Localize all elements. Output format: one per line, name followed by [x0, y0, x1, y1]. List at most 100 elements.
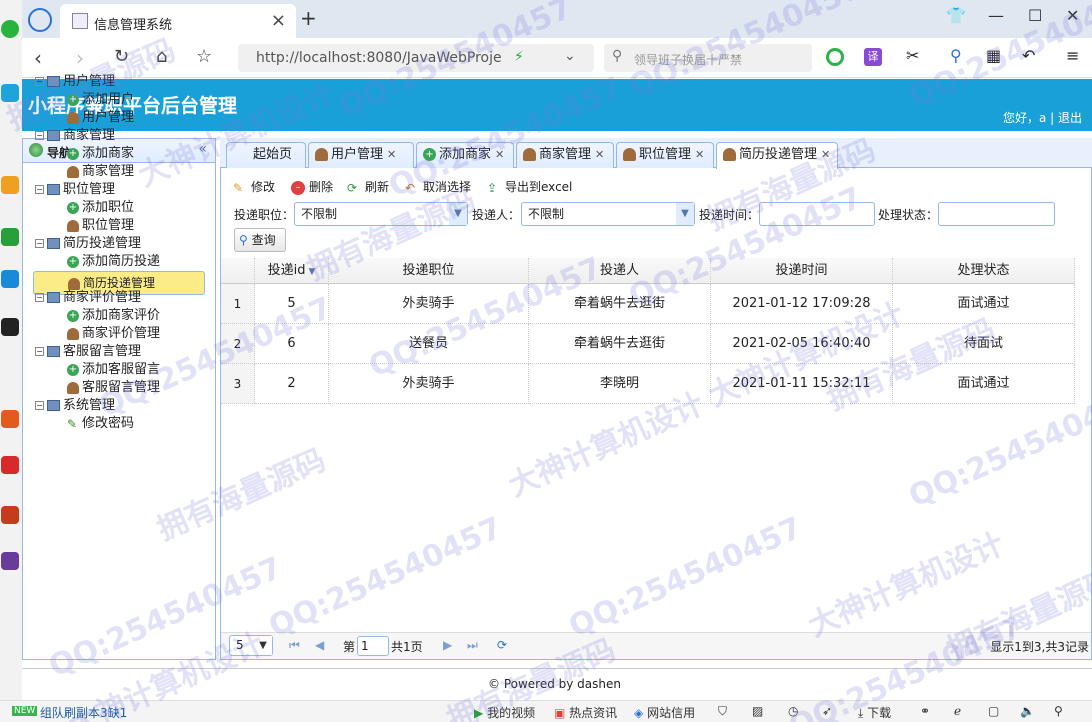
- nav-item[interactable]: + 添加简历投递: [67, 253, 160, 271]
- page-size-select[interactable]: 5 ▼: [229, 635, 273, 656]
- extension-icon[interactable]: [826, 48, 844, 66]
- nav-group[interactable]: − 商家管理: [35, 127, 115, 145]
- reload-grid-icon[interactable]: ⟳: [497, 638, 507, 652]
- grid-header-cell[interactable]: 投递id ▼: [255, 258, 329, 284]
- expand-toggle-icon[interactable]: −: [35, 401, 44, 410]
- url-input[interactable]: http://localhost:8080/JavaWebProje ⚡ ⌄: [238, 44, 594, 72]
- export-excel-button[interactable]: ⇪ 导出到excel: [487, 178, 572, 195]
- nav-item[interactable]: + 添加商家: [67, 145, 134, 163]
- tab-4[interactable]: 职位管理 ✕: [616, 142, 714, 168]
- nav-group[interactable]: − 职位管理: [35, 181, 115, 199]
- app-icon[interactable]: [1, 318, 19, 336]
- glasses-icon[interactable]: ⚭: [920, 704, 930, 718]
- rocket-icon[interactable]: ➶: [822, 704, 832, 718]
- apps-grid-icon[interactable]: ▦: [986, 46, 1001, 65]
- forward-icon[interactable]: ›: [76, 46, 84, 70]
- status-download[interactable]: ⤓ 下载: [858, 704, 891, 721]
- clock-icon[interactable]: ◷: [788, 704, 798, 718]
- tab-2[interactable]: + 添加商家 ✕: [416, 142, 514, 168]
- grid-header-cell[interactable]: 处理状态: [893, 258, 1075, 284]
- nav-item[interactable]: + 添加客服留言: [67, 361, 160, 379]
- app-icon[interactable]: [1, 456, 19, 474]
- home-icon[interactable]: ⌂: [156, 46, 167, 67]
- chevron-down-icon[interactable]: ▼: [449, 203, 467, 225]
- expand-toggle-icon[interactable]: −: [35, 239, 44, 248]
- nav-group[interactable]: − 简历投递管理: [35, 235, 141, 253]
- app-icon[interactable]: [1, 270, 19, 288]
- status-news-link[interactable]: 组队刷副本3缺1: [40, 704, 127, 721]
- page-number-input[interactable]: 1: [357, 636, 389, 656]
- back-icon[interactable]: ‹: [34, 46, 42, 70]
- shirt-icon[interactable]: 👕: [946, 6, 966, 25]
- status-video[interactable]: ▶ 我的视频: [474, 704, 535, 721]
- expand-toggle-icon[interactable]: −: [35, 347, 44, 356]
- nav-group[interactable]: − 用户管理: [35, 73, 115, 91]
- tab-5[interactable]: 简历投递管理 ✕: [716, 142, 838, 169]
- menu-icon[interactable]: ≡: [1066, 46, 1079, 65]
- app-icon[interactable]: [1, 506, 19, 524]
- nav-item[interactable]: 客服留言管理: [67, 379, 160, 397]
- chevron-down-icon[interactable]: ⌄: [564, 48, 576, 64]
- app-icon[interactable]: [1, 552, 19, 570]
- ie-icon[interactable]: ℯ: [954, 704, 961, 718]
- nav-item[interactable]: 用户管理: [67, 109, 134, 127]
- nav-group[interactable]: − 客服留言管理: [35, 343, 141, 361]
- close-tab-icon[interactable]: ✕: [821, 148, 830, 161]
- security-icon[interactable]: ⛉: [718, 704, 727, 719]
- expand-toggle-icon[interactable]: −: [35, 77, 44, 86]
- nav-item[interactable]: ✎ 修改密码: [67, 415, 134, 433]
- tab-1[interactable]: 用户管理 ✕: [308, 142, 414, 168]
- app-icon[interactable]: [1, 410, 19, 428]
- last-page-icon[interactable]: ⏭: [467, 638, 478, 653]
- minimize-icon[interactable]: —: [988, 6, 1004, 25]
- zoom-icon[interactable]: ⚲: [1054, 704, 1063, 718]
- maximize-icon[interactable]: ☐: [1028, 6, 1042, 25]
- search-input[interactable]: ⚲ 领导班子换届十严禁: [604, 44, 812, 72]
- image-icon[interactable]: ▨: [752, 704, 763, 718]
- close-tab-icon[interactable]: ✕: [495, 148, 504, 161]
- close-window-icon[interactable]: ✕: [1066, 6, 1079, 25]
- table-row[interactable]: 3 2 外卖骑手 李晓明 2021-01-11 15:32:11 面试通过: [221, 364, 1075, 404]
- nav-item[interactable]: + 添加商家评价: [67, 307, 160, 325]
- table-row[interactable]: 1 5 外卖骑手 牵着蜗牛去逛街 2021-01-12 17:09:28 面试通过: [221, 284, 1075, 324]
- tab-3[interactable]: 商家管理 ✕: [516, 142, 614, 168]
- status-filter-input[interactable]: [938, 202, 1055, 226]
- grid-header-cell[interactable]: 投递职位: [329, 258, 529, 284]
- expand-toggle-icon[interactable]: −: [35, 185, 44, 194]
- time-filter-input[interactable]: [759, 202, 875, 226]
- refresh-button[interactable]: ⟳ 刷新: [347, 178, 389, 195]
- compass-icon[interactable]: [28, 8, 52, 32]
- new-tab-icon[interactable]: +: [300, 6, 317, 30]
- window-icon[interactable]: ▢: [988, 704, 999, 718]
- user-greeting-logout[interactable]: 您好，a | 退出: [1003, 109, 1082, 126]
- nav-item[interactable]: + 添加用户: [67, 91, 134, 109]
- edit-button[interactable]: ✎ 修改: [233, 178, 275, 195]
- grid-header-cell[interactable]: 投递人: [529, 258, 711, 284]
- translate-icon[interactable]: 译: [864, 48, 882, 66]
- delete-button[interactable]: – 删除: [291, 178, 333, 195]
- close-tab-icon[interactable]: ✕: [595, 148, 604, 161]
- nav-item[interactable]: 商家评价管理: [67, 325, 160, 343]
- cancel-select-button[interactable]: ↶ 取消选择: [405, 178, 471, 195]
- speaker-icon[interactable]: 🔈: [1020, 704, 1035, 718]
- nav-item[interactable]: + 添加职位: [67, 199, 134, 217]
- position-filter-select[interactable]: 不限制 ▼: [294, 202, 468, 226]
- close-tab-icon[interactable]: ✕: [387, 148, 396, 161]
- collapse-icon[interactable]: «: [198, 141, 207, 157]
- first-page-icon[interactable]: ⏮: [289, 638, 300, 653]
- table-row[interactable]: 2 6 送餐员 牵着蜗牛去逛街 2021-02-05 16:40:40 待面试: [221, 324, 1075, 364]
- nav-item[interactable]: 职位管理: [67, 217, 134, 235]
- tab-0[interactable]: 起始页: [226, 142, 306, 168]
- app-icon[interactable]: [1, 228, 19, 246]
- chevron-down-icon[interactable]: ▼: [676, 203, 694, 225]
- app-icon[interactable]: [1, 20, 19, 38]
- query-button[interactable]: ⚲ 查询: [234, 228, 286, 252]
- lightning-icon[interactable]: ⚡: [514, 49, 524, 65]
- browser-tab[interactable]: 信息管理系统 ×: [60, 4, 296, 38]
- close-tab-icon[interactable]: ✕: [695, 148, 704, 161]
- nav-group[interactable]: − 系统管理: [35, 397, 115, 415]
- status-site-credit[interactable]: ◈ 网站信用: [634, 704, 695, 721]
- expand-toggle-icon[interactable]: −: [35, 293, 44, 302]
- expand-toggle-icon[interactable]: −: [35, 131, 44, 140]
- next-page-icon[interactable]: ▶: [443, 638, 452, 652]
